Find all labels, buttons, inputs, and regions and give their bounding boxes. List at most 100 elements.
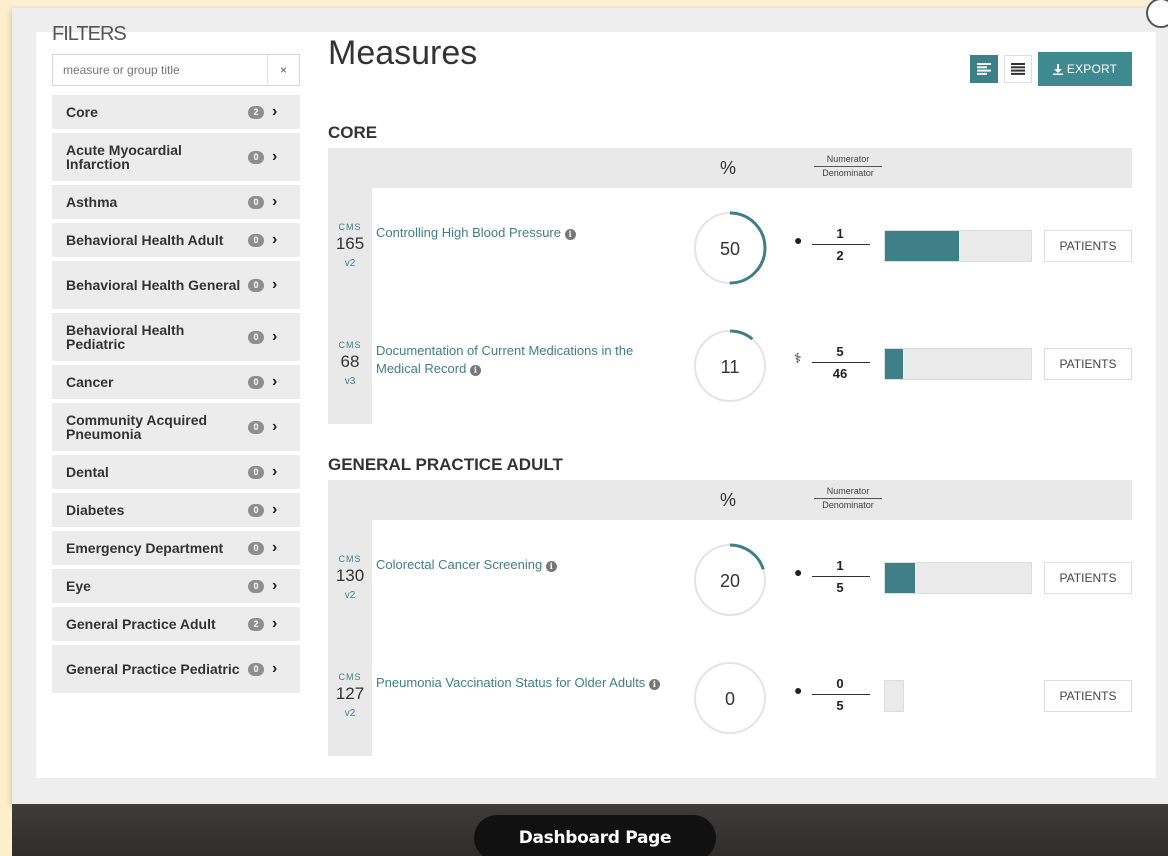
- count-badge: 0: [248, 420, 264, 434]
- chevron-right-icon: ›: [272, 577, 278, 594]
- filter-list: Core 2 › Acute Myocardial Infarction 0 › Asthm…: [52, 95, 302, 693]
- cms-number: 165: [335, 234, 365, 253]
- progress-bar: [884, 230, 1032, 262]
- filter-item[interactable]: Dental 0 ›: [52, 455, 300, 489]
- filter-item[interactable]: Diabetes 0 ›: [52, 493, 300, 527]
- denominator-value: 2: [836, 248, 844, 263]
- section-title: GENERAL PRACTICE ADULT: [328, 455, 563, 474]
- measure-row: CMS 130 v2 Colorectal Cancer Screening i 20 ●…: [328, 520, 1132, 638]
- chevron-right-icon: ›: [272, 501, 278, 518]
- cms-label: CMS: [338, 222, 362, 232]
- clear-search-button[interactable]: ×: [267, 55, 299, 85]
- cms-id-cell: CMS 165 v2: [328, 188, 372, 306]
- info-icon[interactable]: i: [648, 679, 660, 690]
- filter-item[interactable]: Eye 0 ›: [52, 569, 300, 603]
- filter-item-label: Behavioral Health Pediatric: [66, 322, 185, 352]
- filter-item-label: Community Acquired Pneumonia: [66, 412, 208, 442]
- filter-item[interactable]: Behavioral Health General 0 ›: [52, 261, 300, 309]
- info-icon[interactable]: i: [564, 229, 576, 240]
- filter-item-label: General Practice Adult: [66, 616, 216, 632]
- patients-button[interactable]: PATIENTS: [1044, 230, 1132, 262]
- measure-row: CMS 68 v3 Documentation of Current Medicati…: [328, 306, 1132, 424]
- dashboard-page-label[interactable]: Dashboard Page: [474, 815, 716, 856]
- filter-item[interactable]: Core 2 ›: [52, 95, 300, 129]
- numerator-value: 1: [836, 226, 844, 241]
- progress-bar-fill: [885, 563, 915, 593]
- measure-section: GENERAL PRACTICE ADULT% Numerator Denomina…: [328, 450, 1132, 756]
- denominator-header: Denominator: [822, 500, 874, 510]
- filter-item[interactable]: General Practice Adult 2 ›: [52, 607, 300, 641]
- filter-item-label: Acute Myocardial Infarction: [66, 142, 182, 172]
- person-icon: ●: [794, 682, 803, 698]
- measure-name-link[interactable]: Documentation of Current Medications in …: [376, 342, 676, 378]
- progress-bar: [884, 348, 1032, 380]
- filter-item[interactable]: Acute Myocardial Infarction 0 ›: [52, 133, 300, 181]
- count-badge: 0: [248, 330, 264, 344]
- percent-value: 20: [720, 571, 740, 591]
- chevron-right-icon: ›: [272, 148, 278, 165]
- table-header: % Numerator Denominator: [328, 148, 1132, 188]
- stethoscope-icon: ⚕: [794, 350, 802, 366]
- person-icon: ●: [794, 564, 803, 580]
- filter-item[interactable]: Cancer 0 ›: [52, 365, 300, 399]
- chevron-right-icon: ›: [272, 276, 278, 293]
- numerator-denominator: ● 1 5: [794, 558, 884, 598]
- progress-bar-fill: [885, 231, 959, 261]
- filter-item[interactable]: Community Acquired Pneumonia 0 ›: [52, 403, 300, 451]
- filter-item-label: Dental: [66, 464, 109, 480]
- filter-search-input[interactable]: [53, 55, 263, 85]
- cms-number: 130: [335, 566, 365, 585]
- chevron-right-icon: ›: [272, 193, 278, 210]
- percent-header: %: [720, 490, 737, 510]
- measure-name-link[interactable]: Controlling High Blood Pressure i: [376, 224, 676, 242]
- cms-version: v3: [344, 376, 356, 387]
- chevron-right-icon: ›: [272, 103, 278, 120]
- cms-version: v2: [344, 590, 356, 601]
- measure-table: % Numerator Denominator CMS 130 v2 Colorectal …: [328, 480, 1132, 756]
- percent-gauge: 0: [693, 661, 767, 735]
- numerator-denominator-header: Numerator Denominator: [810, 486, 886, 511]
- filter-item-label: Diabetes: [66, 502, 125, 518]
- cms-version: v2: [344, 708, 356, 719]
- numerator-value: 5: [836, 344, 844, 359]
- filter-item[interactable]: General Practice Pediatric 0 ›: [52, 645, 300, 693]
- percent-header: %: [720, 158, 737, 178]
- compact-list-icon: [1011, 63, 1025, 75]
- numerator-value: 0: [836, 676, 844, 691]
- numerator-header: Numerator: [826, 154, 870, 164]
- numerator-denominator-header: Numerator Denominator: [810, 154, 886, 179]
- filter-item-label: Cancer: [66, 374, 114, 390]
- measure-name: Colorectal Cancer Screening: [376, 557, 543, 572]
- measure-name: Documentation of Current Medications in …: [376, 343, 634, 376]
- info-icon[interactable]: i: [469, 365, 481, 376]
- measure-name-link[interactable]: Colorectal Cancer Screening i: [376, 556, 676, 574]
- export-button[interactable]: EXPORT: [1038, 52, 1132, 86]
- cms-label: CMS: [338, 672, 362, 682]
- cms-id-cell: CMS 68 v3: [328, 306, 372, 424]
- patients-button[interactable]: PATIENTS: [1044, 348, 1132, 380]
- numerator-value: 1: [836, 558, 844, 573]
- percent-value: 0: [725, 689, 735, 709]
- patients-button[interactable]: PATIENTS: [1044, 562, 1132, 594]
- measure-row: CMS 165 v2 Controlling High Blood Pressure …: [328, 188, 1132, 306]
- cms-id-cell: CMS 130 v2: [328, 520, 372, 638]
- detail-view-button[interactable]: [970, 55, 998, 83]
- count-badge: 0: [248, 579, 264, 593]
- count-badge: 0: [248, 662, 264, 676]
- detail-list-icon: [977, 63, 991, 75]
- cms-label: CMS: [338, 340, 362, 350]
- count-badge: 0: [248, 465, 264, 479]
- cms-number: 68: [340, 352, 360, 371]
- filter-item[interactable]: Emergency Department 0 ›: [52, 531, 300, 565]
- measure-name-link[interactable]: Pneumonia Vaccination Status for Older A…: [376, 674, 676, 692]
- compact-view-button[interactable]: [1004, 55, 1032, 83]
- close-icon[interactable]: [1146, 0, 1168, 28]
- filter-item-label: General Practice Pediatric: [66, 661, 240, 677]
- filter-item[interactable]: Behavioral Health Pediatric 0 ›: [52, 313, 300, 361]
- patients-button[interactable]: PATIENTS: [1044, 680, 1132, 712]
- info-icon[interactable]: i: [545, 561, 557, 572]
- filter-item[interactable]: Asthma 0 ›: [52, 185, 300, 219]
- filter-item[interactable]: Behavioral Health Adult 0 ›: [52, 223, 300, 257]
- chevron-right-icon: ›: [272, 418, 278, 435]
- count-badge: 0: [248, 541, 264, 555]
